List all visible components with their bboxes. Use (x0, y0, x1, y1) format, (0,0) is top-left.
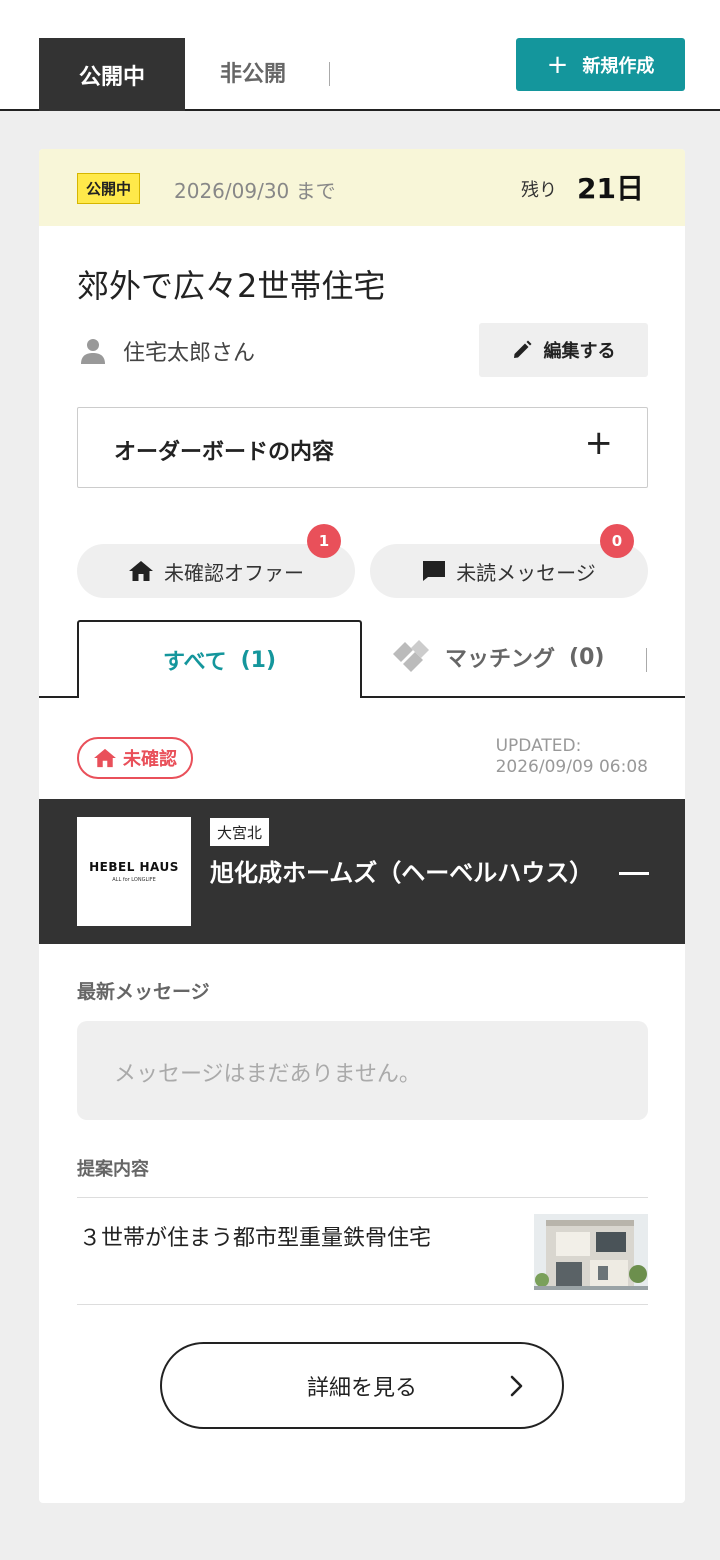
tab-all-label: すべて (162, 650, 227, 675)
unconfirmed-offers-button[interactable]: 未確認オファー 1 (77, 524, 355, 598)
expand-plus-icon: + (584, 423, 614, 463)
company-header[interactable]: HEBEL HAUS ALL for LONGLIFE 大宮北 旭化成ホームズ（… (39, 799, 685, 944)
area-tag: 大宮北 (210, 818, 270, 846)
tab-public[interactable]: 公開中 (39, 38, 185, 111)
new-create-button[interactable]: + 新規作成 (516, 38, 685, 91)
latest-message-label: 最新メッセージ (77, 981, 210, 1003)
status-bar: 公開中 2026/09/30 まで 残り 21日 (39, 149, 685, 226)
latest-message-box: メッセージはまだありません。 (77, 1021, 648, 1120)
user-name: 住宅太郎さん (123, 341, 256, 366)
company-name: 旭化成ホームズ（ヘーベルハウス） (210, 859, 594, 887)
tab-divider (646, 648, 647, 672)
pencil-icon (513, 340, 531, 358)
tab-all-count: (1) (240, 647, 276, 673)
offers-count-badge: 1 (307, 524, 341, 558)
user-icon (81, 339, 105, 364)
view-details-label: 詳細を見る (306, 1376, 417, 1401)
logo-text: HEBEL HAUS (89, 860, 179, 874)
updated-label: UPDATED: (495, 736, 582, 756)
order-board-accordion[interactable]: オーダーボードの内容 + (77, 407, 648, 488)
proposal-item[interactable]: ３世帯が住まう都市型重量鉄骨住宅 (77, 1197, 648, 1305)
company-logo: HEBEL HAUS ALL for LONGLIFE (77, 817, 191, 926)
unread-messages-label: 未読メッセージ (456, 560, 596, 585)
order-board-label: オーダーボードの内容 (114, 440, 335, 465)
tab-divider (329, 62, 330, 86)
unread-messages-button[interactable]: 未読メッセージ 0 (370, 524, 648, 598)
board-title: 郊外で広々2世帯住宅 (77, 267, 386, 305)
collapse-minus-icon[interactable] (619, 872, 649, 875)
top-header: 公開中 非公開 + 新規作成 (0, 0, 720, 111)
chevron-right-icon (510, 1375, 523, 1397)
house-icon (94, 748, 116, 768)
handshake-icon (393, 640, 429, 672)
offer-tabs: すべて (1) マッチング (0) (39, 620, 685, 698)
messages-count-badge: 0 (600, 524, 634, 558)
offer-status-label: 未確認 (123, 749, 177, 770)
proposal-house-thumbnail (534, 1214, 648, 1290)
tab-private[interactable]: 非公開 (220, 56, 286, 88)
tab-matching[interactable]: マッチング (0) (391, 640, 604, 674)
status-badge: 公開中 (77, 173, 141, 204)
tab-matching-label: マッチング (445, 647, 556, 672)
updated-timestamp: UPDATED: 2026/09/09 06:08 (496, 736, 648, 778)
plus-icon: + (546, 49, 569, 80)
latest-message-text: メッセージはまだありません。 (114, 1062, 421, 1087)
tab-all[interactable]: すべて (1) (77, 620, 362, 698)
chat-bubble-icon (423, 561, 446, 581)
remaining-days: 21日 (577, 172, 644, 205)
proposal-title: ３世帯が住まう都市型重量鉄骨住宅 (79, 1226, 432, 1251)
order-board-card: 公開中 2026/09/30 まで 残り 21日 郊外で広々2世帯住宅 住宅太郎… (39, 149, 685, 1503)
tab-matching-count: (0) (569, 644, 605, 670)
view-details-button[interactable]: 詳細を見る (160, 1342, 564, 1429)
new-create-label: 新規作成 (582, 55, 655, 77)
edit-label: 編集する (543, 341, 616, 362)
house-icon (129, 561, 153, 581)
remaining-label: 残り (521, 180, 557, 201)
publish-until: 2026/09/30 まで (174, 179, 336, 203)
edit-button[interactable]: 編集する (479, 323, 648, 377)
unconfirmed-offers-label: 未確認オファー (164, 560, 304, 585)
proposal-label: 提案内容 (77, 1159, 149, 1180)
offer-status-badge: 未確認 (77, 737, 193, 779)
logo-tagline: ALL for LONGLIFE (112, 877, 156, 883)
updated-value: 2026/09/09 06:08 (495, 757, 648, 777)
